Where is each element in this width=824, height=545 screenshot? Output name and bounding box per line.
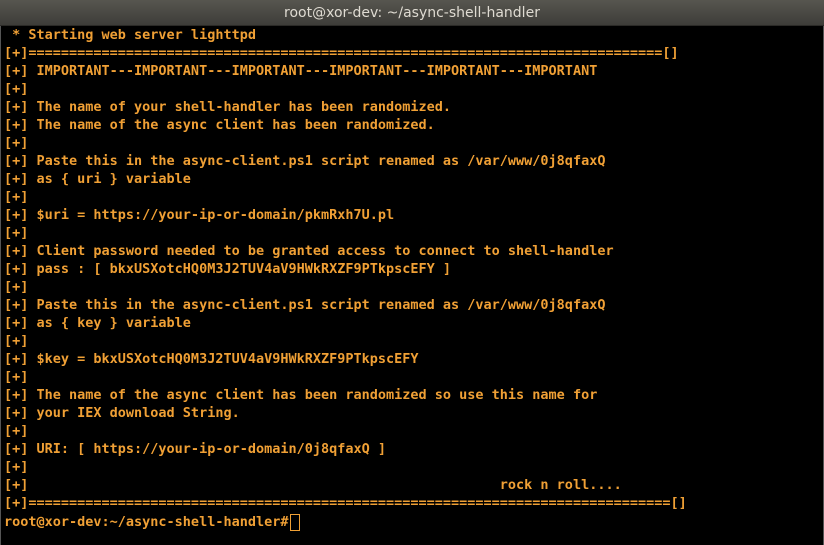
terminal-line: [+] URI: [ https://your-ip-or-domain/0j8… xyxy=(4,441,387,457)
terminal-line: [+]=====================================… xyxy=(4,45,679,61)
terminal-cursor[interactable] xyxy=(290,513,301,531)
terminal-line: [+] as { uri } variable xyxy=(4,171,191,187)
terminal-output[interactable]: * Starting web server lighttpd [+]======… xyxy=(0,26,824,545)
terminal-line: [+] The name of the async client has bee… xyxy=(4,387,598,403)
terminal-line: [+] Paste this in the async-client.ps1 s… xyxy=(4,297,606,313)
terminal-line: [+] The name of the async client has bee… xyxy=(4,117,435,133)
terminal-line: [+] xyxy=(4,135,29,151)
window-titlebar[interactable]: root@xor-dev: ~/async-shell-handler xyxy=(0,0,824,26)
terminal-line: [+] as { key } variable xyxy=(4,315,191,331)
terminal-line: [+] xyxy=(4,279,29,295)
terminal-line: [+] xyxy=(4,423,29,439)
terminal-line: [+] xyxy=(4,189,29,205)
terminal-line: [+] Paste this in the async-client.ps1 s… xyxy=(4,153,606,169)
terminal-line: [+] xyxy=(4,81,29,97)
terminal-line: [+] $uri = https://your-ip-or-domain/pkm… xyxy=(4,207,395,223)
terminal-line: [+] Client password needed to be granted… xyxy=(4,243,614,259)
terminal-line: [+] rock n roll.... xyxy=(4,477,622,493)
terminal-line: [+] IMPORTANT---IMPORTANT---IMPORTANT---… xyxy=(4,63,598,79)
terminal-line: [+]=====================================… xyxy=(4,495,687,511)
terminal-line: [+] The name of your shell-handler has b… xyxy=(4,99,452,115)
terminal-line: [+] $key = bkxUSXotcHQ0M3J2TUV4aV9HWkRXZ… xyxy=(4,351,419,367)
terminal-line: * Starting web server lighttpd xyxy=(4,27,256,43)
shell-prompt: root@xor-dev:~/async-shell-handler# xyxy=(4,514,289,530)
terminal-line: [+] your IEX download String. xyxy=(4,405,240,421)
terminal-line: [+] pass : [ bkxUSXotcHQ0M3J2TUV4aV9HWkR… xyxy=(4,261,452,277)
terminal-line: [+] xyxy=(4,225,29,241)
terminal-line: [+] xyxy=(4,369,29,385)
window-title: root@xor-dev: ~/async-shell-handler xyxy=(284,5,540,21)
terminal-line: [+] xyxy=(4,333,29,349)
terminal-window: root@xor-dev: ~/async-shell-handler * St… xyxy=(0,0,824,545)
shell-prompt-line[interactable]: root@xor-dev:~/async-shell-handler# xyxy=(4,512,823,532)
terminal-line: [+] xyxy=(4,459,29,475)
